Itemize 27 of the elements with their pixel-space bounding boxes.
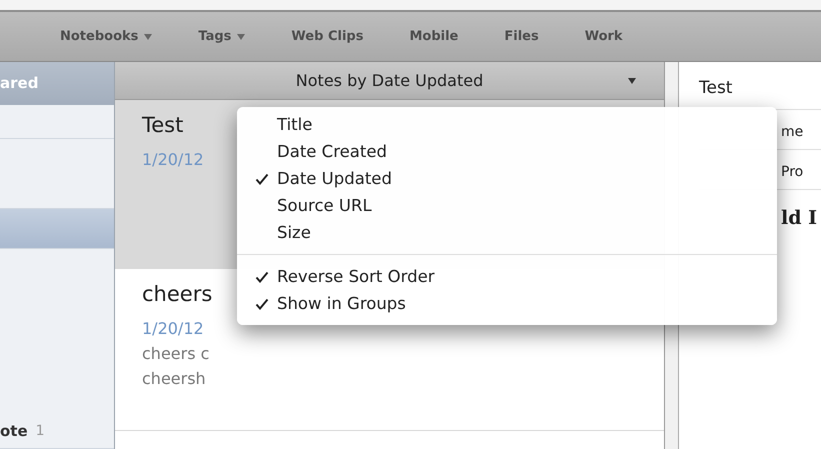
note-heading: ld I — [781, 207, 818, 229]
sidebar-item[interactable] — [0, 139, 114, 209]
menu-item[interactable]: Title — [237, 111, 777, 138]
menu-item[interactable]: Date Updated — [237, 165, 777, 192]
sort-header[interactable]: Notes by Date Updated — [115, 62, 664, 100]
toolbar-tab[interactable]: Files — [504, 26, 539, 46]
sidebar-item[interactable] — [0, 209, 114, 249]
note-date: 1/20/12 — [142, 148, 204, 170]
note-title: Test — [142, 112, 184, 139]
sidebar-header: ared — [0, 62, 114, 105]
note-snippet: cheersh — [142, 368, 206, 390]
menu-item[interactable]: Source URL — [237, 192, 777, 219]
sidebar-item[interactable] — [0, 105, 114, 139]
menu-item[interactable]: Date Created — [237, 138, 777, 165]
toolbar-tab[interactable]: Tags — [198, 26, 246, 46]
note-title: cheers — [142, 281, 212, 308]
menu-item[interactable]: Size — [237, 219, 777, 246]
caret-icon — [628, 78, 636, 84]
toolbar-tab[interactable]: Mobile — [409, 26, 458, 46]
toolbar-tab[interactable]: Work — [584, 26, 623, 46]
toolbar-tab[interactable]: Web Clips — [291, 26, 364, 46]
toolbar-tab[interactable]: Notebooks — [60, 26, 152, 46]
note-field: me — [781, 124, 804, 140]
note-date: 1/20/12 — [142, 318, 204, 340]
note-field: Pro — [781, 164, 804, 180]
sidebar-item[interactable]: ote 1 — [0, 249, 114, 449]
note-snippet: cheers c — [142, 342, 210, 364]
